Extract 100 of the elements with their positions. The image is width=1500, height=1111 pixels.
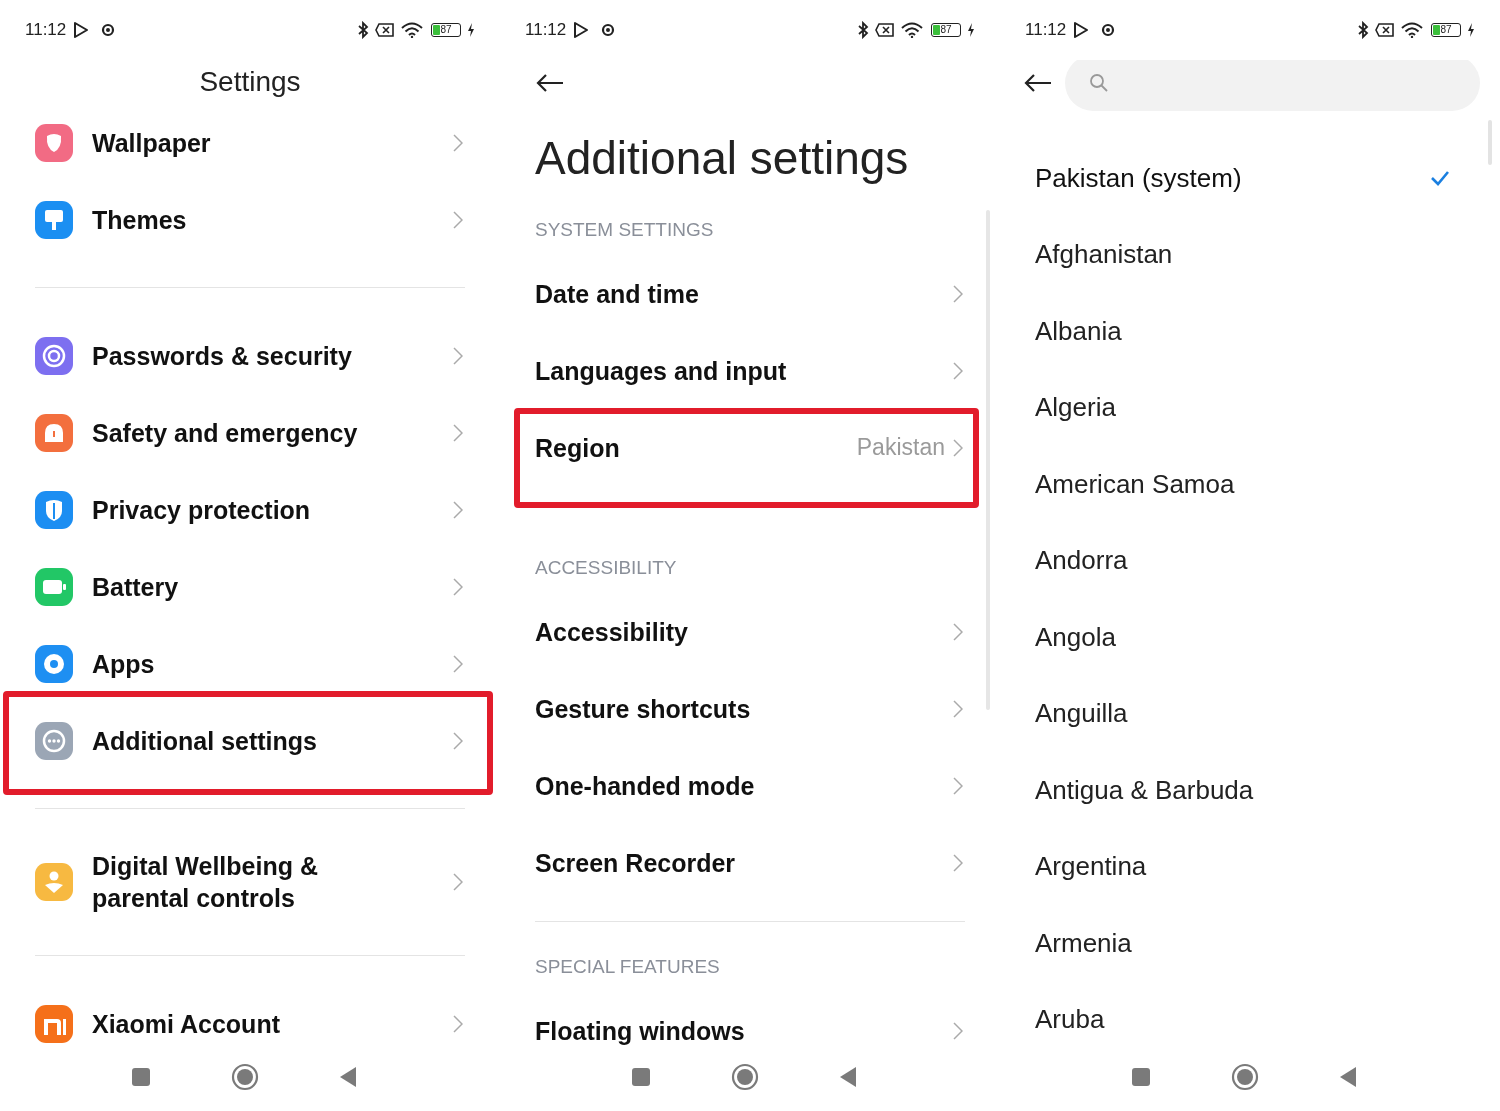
recents-button[interactable] [131, 1066, 151, 1087]
chevron-icon [453, 210, 463, 229]
item-label: Safety and emergency [91, 417, 359, 449]
settings-item[interactable]: Safety and emergency [35, 394, 465, 471]
country-item[interactable]: Angola [1035, 599, 1465, 676]
settings-item[interactable]: Digital Wellbeing & parental controls [35, 838, 465, 926]
country-name: Andorra [1035, 545, 1128, 577]
country-item[interactable]: Pakistan (system) [1035, 140, 1465, 217]
settings-item[interactable]: Apps [35, 625, 465, 702]
chevron-icon [453, 1014, 463, 1033]
item-label: Themes [91, 204, 188, 236]
back-arrow-icon[interactable] [1023, 73, 1053, 93]
battery-level-text: 87 [1440, 25, 1452, 35]
settings-item[interactable]: Themes [35, 181, 465, 258]
item-label: Accessibility [535, 616, 689, 648]
chevron-icon [953, 853, 963, 872]
battery-level-text: 87 [440, 25, 452, 35]
chevron-icon [453, 423, 463, 442]
settings-item[interactable]: Date and time [535, 255, 965, 332]
item-label: Screen Recorder [535, 847, 737, 879]
country-name: Armenia [1035, 927, 1132, 959]
settings-item[interactable]: Wallpaper [35, 104, 465, 181]
battery-charge-fill [933, 25, 940, 35]
chevron-icon [453, 500, 463, 519]
back-button[interactable] [839, 1065, 857, 1088]
settings-item[interactable]: Accessibility [535, 593, 965, 670]
item-label: Region [535, 432, 621, 464]
sim-icon [1375, 22, 1395, 38]
chevron-icon [453, 346, 463, 365]
settings-item[interactable]: One-handed mode [535, 747, 965, 824]
country-item[interactable]: Afghanistan [1035, 216, 1465, 293]
country-item[interactable]: American Samoa [1035, 446, 1465, 523]
battery-level-text: 87 [940, 25, 952, 35]
home-button[interactable] [231, 1062, 259, 1091]
home-button[interactable] [1231, 1062, 1259, 1091]
item-value: Pakistan [856, 434, 945, 461]
settings-item[interactable]: Screen Recorder [535, 824, 965, 901]
country-item[interactable]: Aruba [1035, 981, 1465, 1050]
item-label: One-handed mode [535, 770, 756, 802]
chevron-icon [453, 654, 463, 673]
country-item[interactable]: Albania [1035, 293, 1465, 370]
chevron-icon [953, 361, 963, 380]
item-label: Apps [91, 648, 156, 680]
item-label: Privacy protection [91, 494, 312, 526]
item-label: Battery [91, 571, 180, 603]
search-icon [1089, 73, 1109, 93]
country-name: Argentina [1035, 851, 1147, 883]
chevron-icon [953, 776, 963, 795]
settings-item[interactable]: Privacy protection [35, 471, 465, 548]
country-name: American Samoa [1035, 468, 1235, 500]
item-label: Date and time [535, 278, 700, 310]
back-button[interactable] [339, 1065, 357, 1088]
country-item[interactable]: Antigua & Barbuda [1035, 752, 1465, 829]
country-name: Pakistan (system) [1035, 162, 1242, 194]
screen-title: Settings [199, 66, 301, 98]
checkmark-icon [1430, 170, 1450, 187]
battery-charge-fill [1433, 25, 1440, 35]
back-button[interactable] [1339, 1065, 1357, 1088]
charging-icon [967, 23, 975, 37]
bluetooth-icon [857, 21, 869, 39]
status-time: 11:12 [25, 20, 67, 40]
section-header: ACCESSIBILITY [535, 557, 677, 579]
country-item[interactable]: Anguilla [1035, 675, 1465, 752]
item-label: Floating windows [535, 1015, 746, 1047]
settings-item[interactable]: Region Pakistan [535, 409, 965, 486]
settings-item[interactable]: Additional settings [35, 702, 465, 779]
settings-item[interactable]: Gesture shortcuts [535, 670, 965, 747]
country-item[interactable]: Armenia [1035, 905, 1465, 982]
circle-icon [601, 23, 616, 37]
recents-button[interactable] [1131, 1066, 1151, 1087]
search-field[interactable] [1065, 60, 1480, 111]
home-button[interactable] [731, 1062, 759, 1091]
wifi-icon [401, 22, 423, 38]
country-item[interactable]: Algeria [1035, 369, 1465, 446]
play-icon [73, 21, 90, 39]
back-arrow-icon[interactable] [535, 72, 565, 93]
recents-button[interactable] [631, 1066, 651, 1087]
screen-title: Additional settings [535, 131, 910, 186]
settings-item[interactable]: Battery [35, 548, 465, 625]
sim-icon [375, 22, 395, 38]
status-time: 11:12 [1025, 20, 1067, 40]
item-label: Wallpaper [91, 127, 212, 159]
circle-icon [1101, 23, 1116, 37]
item-label: Languages and input [535, 355, 788, 387]
country-item[interactable]: Andorra [1035, 522, 1465, 599]
status-time: 11:12 [525, 20, 567, 40]
item-label: Xiaomi Account [91, 1008, 281, 1040]
battery-charge-fill [433, 25, 440, 35]
settings-item[interactable]: Floating windows [535, 992, 965, 1050]
item-label: Gesture shortcuts [535, 693, 752, 725]
country-name: Angola [1035, 621, 1116, 653]
settings-item[interactable]: Xiaomi Account [35, 985, 465, 1050]
country-name: Anguilla [1035, 698, 1128, 730]
settings-item[interactable]: Passwords & security [35, 317, 465, 394]
country-item[interactable]: Argentina [1035, 828, 1465, 905]
chevron-icon [953, 438, 963, 457]
chevron-icon [453, 577, 463, 596]
country-name: Afghanistan [1035, 239, 1173, 271]
chevron-icon [953, 284, 963, 303]
settings-item[interactable]: Languages and input [535, 332, 965, 409]
